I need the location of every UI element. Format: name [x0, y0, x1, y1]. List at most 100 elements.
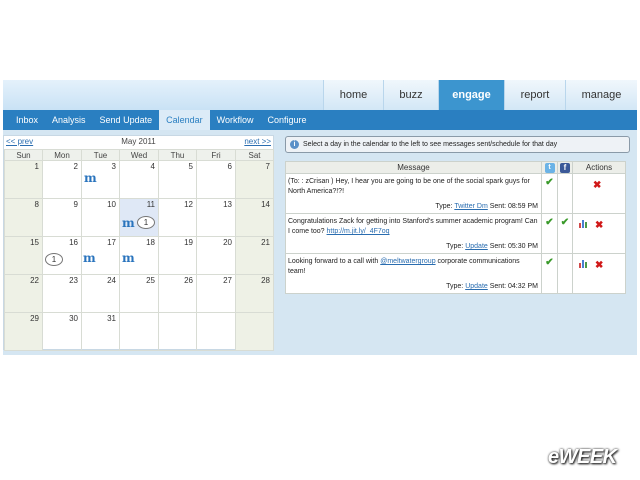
- weekday-mon: Mon: [42, 149, 82, 161]
- facebook-icon: f: [560, 162, 570, 173]
- message-body-start: Looking forward to a call with: [288, 258, 379, 265]
- calendar-day-30[interactable]: 30: [42, 312, 82, 351]
- facebook-status-cell: [557, 173, 573, 214]
- top-nav-report[interactable]: report: [504, 80, 565, 110]
- calendar-day-11[interactable]: 11 m 1: [119, 198, 159, 237]
- facebook-column-header: f: [557, 161, 573, 174]
- calendar-week-2: 8 9 10 11 m 1 12 13 14: [4, 198, 274, 237]
- delete-icon[interactable]: ✖: [593, 180, 601, 191]
- sub-nav-analysis[interactable]: Analysis: [45, 110, 93, 130]
- mention-link[interactable]: @meltwatergroup: [380, 258, 435, 265]
- calendar-day-23[interactable]: 23: [42, 274, 82, 313]
- weekday-wed: Wed: [119, 149, 159, 161]
- twitter-status-cell: ✔: [541, 253, 558, 294]
- calendar-day-17[interactable]: 17 m: [81, 236, 120, 275]
- calendar-day-empty: [196, 312, 236, 351]
- weekday-sat: Sat: [235, 149, 274, 161]
- calendar-day-21[interactable]: 21: [235, 236, 274, 275]
- calendar-week-4: 22 23 24 25 26 27 28: [4, 274, 274, 313]
- check-icon: ✔: [560, 217, 570, 228]
- type-link[interactable]: Twitter Dm: [454, 203, 487, 210]
- comment-bubble-icon[interactable]: 1: [137, 216, 155, 229]
- meltwater-icon[interactable]: m: [84, 171, 97, 185]
- meltwater-icon[interactable]: m: [122, 251, 135, 265]
- calendar-day-29[interactable]: 29: [4, 312, 43, 351]
- calendar-day-6[interactable]: 6: [196, 160, 236, 199]
- message-cell: Congratulations Zack for getting into St…: [285, 213, 542, 254]
- calendar-day-26[interactable]: 26: [158, 274, 197, 313]
- top-nav-engage[interactable]: engage: [438, 80, 504, 110]
- sent-time: Sent: 04:32 PM: [489, 283, 538, 290]
- sub-nav-send-update[interactable]: Send Update: [93, 110, 160, 130]
- top-nav-manage[interactable]: manage: [565, 80, 637, 110]
- calendar-weekday-row: Sun Mon Tue Wed Thu Fri Sat: [4, 149, 274, 161]
- meltwater-icon[interactable]: m: [122, 216, 135, 230]
- info-notice: i Select a day in the calendar to the le…: [285, 136, 630, 153]
- sub-nav-calendar[interactable]: Calendar: [159, 110, 210, 130]
- delete-icon[interactable]: ✖: [595, 220, 603, 231]
- calendar-day-8[interactable]: 8: [4, 198, 43, 237]
- calendar-day-20[interactable]: 20: [196, 236, 236, 275]
- calendar-day-14[interactable]: 14: [235, 198, 274, 237]
- calendar-day-12[interactable]: 12: [158, 198, 197, 237]
- type-link[interactable]: Update: [465, 283, 488, 290]
- calendar-day-10[interactable]: 10: [81, 198, 120, 237]
- message-text: Looking forward to a call with @meltwate…: [286, 254, 541, 277]
- type-label: Type:: [446, 283, 464, 290]
- info-icon: i: [290, 140, 299, 149]
- sub-nav-configure[interactable]: Configure: [260, 110, 313, 130]
- twitter-column-header: t: [541, 161, 558, 174]
- calendar-day-1[interactable]: 1: [4, 160, 43, 199]
- meltwater-icon[interactable]: m: [83, 251, 96, 265]
- calendar-day-5[interactable]: 5: [158, 160, 197, 199]
- calendar-day-28[interactable]: 28: [235, 274, 274, 313]
- calendar-day-4[interactable]: 4: [119, 160, 159, 199]
- analytics-icon[interactable]: [579, 260, 589, 268]
- weekday-fri: Fri: [196, 149, 236, 161]
- message-body: Congratulations Zack for getting into St…: [288, 218, 538, 235]
- sub-nav-inbox[interactable]: Inbox: [9, 110, 45, 130]
- day-number: 11: [146, 200, 155, 209]
- calendar-day-empty: [235, 312, 274, 351]
- calendar-day-18[interactable]: 18 m: [119, 236, 159, 275]
- calendar: May 2011 << prev next >> Sun Mon Tue Wed…: [3, 135, 274, 351]
- calendar-day-2[interactable]: 2: [42, 160, 82, 199]
- calendar-day-9[interactable]: 9: [42, 198, 82, 237]
- calendar-day-25[interactable]: 25: [119, 274, 159, 313]
- message-row: (To: : zCrisan ) Hey, I hear you are goi…: [285, 173, 626, 214]
- calendar-day-27[interactable]: 27: [196, 274, 236, 313]
- calendar-day-13[interactable]: 13: [196, 198, 236, 237]
- calendar-week-5: 29 30 31: [4, 312, 274, 351]
- calendar-day-31[interactable]: 31: [81, 312, 120, 351]
- calendar-day-19[interactable]: 19: [158, 236, 197, 275]
- type-link[interactable]: Update: [465, 243, 488, 250]
- sub-nav-workflow[interactable]: Workflow: [210, 110, 261, 130]
- eweek-watermark: eWEEK: [548, 446, 617, 468]
- sent-time: Sent: 08:59 PM: [489, 203, 538, 210]
- top-nav-buzz[interactable]: buzz: [383, 80, 438, 110]
- message-link[interactable]: http://m.jit.ly/_4F7oq: [327, 228, 390, 235]
- calendar-week-1: 1 2 3m 4 5 6 7: [4, 160, 274, 199]
- twitter-status-cell: ✔: [541, 173, 558, 214]
- day-number: 3: [111, 162, 116, 171]
- calendar-day-24[interactable]: 24: [81, 274, 120, 313]
- calendar-day-3[interactable]: 3m: [81, 160, 120, 199]
- calendar-day-15[interactable]: 15: [4, 236, 43, 275]
- analytics-icon[interactable]: [579, 220, 589, 228]
- calendar-day-16[interactable]: 16 1: [42, 236, 82, 275]
- calendar-day-empty: [158, 312, 197, 351]
- top-nav-home[interactable]: home: [323, 80, 383, 110]
- calendar-day-22[interactable]: 22: [4, 274, 43, 313]
- calendar-prev-link[interactable]: << prev: [6, 137, 33, 146]
- comment-bubble-icon[interactable]: 1: [45, 253, 63, 266]
- calendar-day-7[interactable]: 7: [235, 160, 274, 199]
- actions-cell: ✖: [572, 173, 626, 214]
- delete-icon[interactable]: ✖: [595, 260, 603, 271]
- actions-cell: ✖: [572, 213, 626, 254]
- type-label: Type:: [446, 243, 464, 250]
- day-number: 18: [146, 238, 155, 247]
- calendar-next-link[interactable]: next >>: [244, 137, 271, 146]
- info-notice-text: Select a day in the calendar to the left…: [303, 141, 558, 148]
- check-icon: ✔: [545, 177, 554, 188]
- message-meta: Type: Update Sent: 04:32 PM: [446, 283, 538, 290]
